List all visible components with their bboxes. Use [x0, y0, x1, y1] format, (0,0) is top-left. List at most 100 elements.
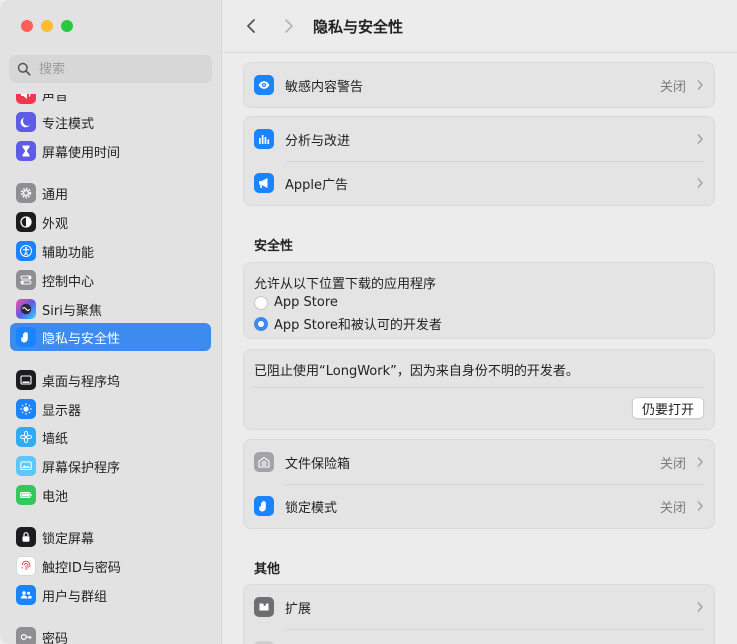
sidebar-item-label: 专注模式: [42, 116, 95, 132]
sidebar-item-siri[interactable]: Siri与聚焦: [10, 295, 211, 323]
sidebar-item-battery[interactable]: 电池: [10, 481, 211, 509]
row-label: Apple广告: [285, 177, 349, 193]
lockdown-row[interactable]: 锁定模式 关闭: [244, 484, 714, 528]
other-group: 扩展: [243, 584, 715, 644]
minimize-window-button[interactable]: [41, 20, 53, 32]
sidebar-item-sound[interactable]: 声音: [10, 94, 211, 108]
appearance-icon: [16, 212, 36, 232]
sensitive-content-group: 敏感内容警告 关闭: [243, 62, 715, 108]
sidebar-item-users-groups[interactable]: 用户与群组: [10, 581, 211, 609]
sidebar-item-label: 桌面与程序坞: [42, 374, 121, 390]
close-window-button[interactable]: [21, 20, 33, 32]
row-value: 关闭: [659, 79, 686, 95]
screensaver-icon: [16, 456, 36, 476]
chevron-right-icon: [697, 457, 703, 467]
key-icon: [16, 627, 36, 644]
row-label: 分析与改进: [285, 133, 351, 149]
sidebar-item-lock-screen[interactable]: 锁定屏幕: [10, 523, 211, 551]
sensitive-content-row[interactable]: 敏感内容警告 关闭: [244, 63, 714, 107]
accessibility-icon: [16, 241, 36, 261]
sidebar-search[interactable]: [9, 55, 212, 83]
analytics-row[interactable]: 分析与改进: [244, 117, 714, 161]
sidebar-item-control-center[interactable]: 控制中心: [10, 266, 211, 294]
row-value: 关闭: [659, 500, 686, 516]
sidebar-item-label: 电池: [42, 489, 69, 505]
chevron-left-icon: [247, 19, 255, 33]
sidebar-item-label: Siri与聚焦: [42, 303, 102, 319]
sidebar-item-screen-saver[interactable]: 屏幕保护程序: [10, 452, 211, 480]
sidebar-item-label: 显示器: [42, 403, 82, 419]
fingerprint-icon: [16, 556, 36, 576]
gear-icon: [16, 183, 36, 203]
search-icon: [17, 62, 31, 76]
blocked-app-group: 已阻止使用“LongWork”，因为来自身份不明的开发者。 仍要打开: [243, 349, 715, 430]
radio-button[interactable]: [254, 295, 268, 310]
forward-button[interactable]: [277, 14, 301, 38]
sidebar-item-label: 密码: [42, 631, 69, 644]
sidebar-item-wallpaper[interactable]: 墙纸: [10, 423, 211, 451]
filevault-lockdown-group: 文件保险箱 关闭 锁定模式 关闭: [243, 439, 715, 529]
users-icon: [16, 585, 36, 605]
sidebar-item-desktop-dock[interactable]: 桌面与程序坞: [10, 366, 211, 394]
sidebar-item-label: 屏幕使用时间: [42, 145, 121, 161]
dock-icon: [16, 370, 36, 390]
filevault-row[interactable]: 文件保险箱 关闭: [244, 440, 714, 484]
apple-ads-row[interactable]: Apple广告: [244, 161, 714, 205]
hourglass-icon: [16, 141, 36, 161]
zoom-window-button[interactable]: [61, 20, 73, 32]
hand-icon: [254, 496, 274, 516]
sidebar-item-label: 用户与群组: [42, 589, 108, 605]
search-input[interactable]: [39, 61, 199, 77]
sidebar-item-label: 隐私与安全性: [42, 331, 121, 347]
row-value: 关闭: [659, 456, 686, 472]
sidebar-item-focus[interactable]: 专注模式: [10, 108, 211, 136]
chevron-right-icon: [697, 80, 703, 90]
sidebar-item-general[interactable]: 通用: [10, 179, 211, 207]
sidebar-item-label: 通用: [42, 187, 69, 203]
sidebar-item-passwords[interactable]: 密码: [10, 623, 211, 644]
sidebar-item-label: 声音: [42, 94, 69, 104]
row-label: 文件保险箱: [285, 456, 351, 472]
sidebar-item-label: 触控ID与密码: [42, 560, 121, 576]
sidebar-item-touch-id[interactable]: 触控ID与密码: [10, 552, 211, 580]
sidebar-item-label: 屏幕保护程序: [42, 460, 121, 476]
radio-app-store-identified[interactable]: App Store和被认可的开发者: [254, 314, 442, 333]
eye-warning-icon: [254, 75, 274, 95]
sidebar-item-displays[interactable]: 显示器: [10, 395, 211, 423]
row-label: 锁定模式: [285, 500, 338, 516]
allow-apps-label: 允许从以下位置下载的应用程序: [254, 277, 437, 292]
sun-icon: [16, 399, 36, 419]
sidebar-item-screen-time[interactable]: 屏幕使用时间: [10, 137, 211, 165]
open-anyway-button[interactable]: 仍要打开: [631, 397, 704, 419]
radio-app-store[interactable]: App Store: [254, 295, 338, 310]
sidebar: 声音 专注模式 屏幕使用时间: [0, 0, 222, 644]
row-label: 扩展: [285, 601, 312, 617]
extensions-row[interactable]: 扩展: [244, 585, 714, 629]
sidebar-item-label: 锁定屏幕: [42, 531, 95, 547]
sidebar-item-label: 控制中心: [42, 274, 95, 290]
toolbar: 隐私与安全性: [223, 0, 737, 53]
radio-button-selected[interactable]: [254, 316, 268, 331]
settings-window: 声音 专注模式 屏幕使用时间: [0, 0, 737, 644]
lock-icon: [16, 527, 36, 547]
bar-chart-icon: [254, 129, 274, 149]
row-label: 敏感内容警告: [285, 79, 364, 95]
blocked-app-message: 已阻止使用“LongWork”，因为来自身份不明的开发者。: [254, 364, 579, 379]
speaker-icon: [16, 94, 36, 104]
chevron-right-icon: [697, 134, 703, 144]
traffic-lights: [21, 20, 73, 32]
next-row-partial[interactable]: [244, 629, 714, 644]
sidebar-list: 声音 专注模式 屏幕使用时间 通用 外观 辅助功能 控制中心 Siri与聚焦 隐…: [0, 94, 222, 644]
sidebar-item-privacy-security[interactable]: 隐私与安全性: [10, 323, 211, 351]
radio-label: App Store: [274, 295, 338, 310]
sidebar-item-accessibility[interactable]: 辅助功能: [10, 237, 211, 265]
divider: [254, 387, 704, 388]
sidebar-item-label: 墙纸: [42, 431, 69, 447]
section-title-other: 其他: [254, 562, 281, 577]
page-title: 隐私与安全性: [313, 18, 404, 36]
radio-label: App Store和被认可的开发者: [274, 318, 442, 333]
sidebar-item-appearance[interactable]: 外观: [10, 208, 211, 236]
back-button[interactable]: [239, 14, 263, 38]
flower-icon: [16, 427, 36, 447]
analytics-ads-group: 分析与改进 Apple广告: [243, 116, 715, 206]
